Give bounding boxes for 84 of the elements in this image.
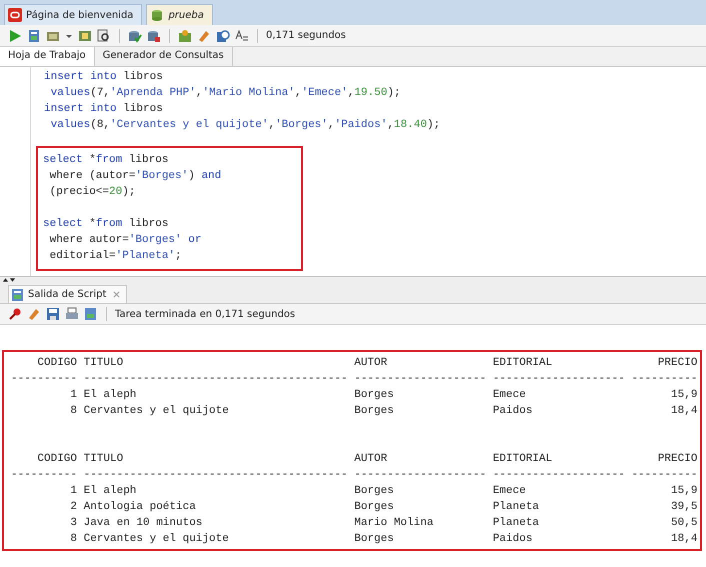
table-cell-text: 3 — [69, 516, 77, 531]
column-header: EDITORIAL — [492, 356, 554, 371]
collapse-icon[interactable] — [2, 277, 16, 283]
pin-icon[interactable] — [8, 307, 22, 321]
table-cell-text: Paidos — [492, 532, 534, 547]
code-line: insert into libros — [44, 102, 164, 117]
code-line: select *from libros — [43, 217, 170, 232]
separator-line: ---------- — [11, 468, 77, 483]
table-cell-text: Emece — [492, 484, 527, 499]
column-header: PRECIO — [656, 356, 698, 371]
table-cell-text: Borges — [354, 532, 395, 547]
column-header: AUTOR — [354, 452, 388, 467]
rollback-icon[interactable] — [147, 28, 161, 42]
output-tab[interactable]: Salida de Script — [8, 285, 128, 303]
table-cell-text: Cervantes y el quijote — [84, 404, 230, 419]
table-cell-text: Cervantes y el quijote — [84, 532, 230, 547]
script-icon — [11, 288, 25, 302]
code-line: insert into libros — [44, 70, 164, 85]
print-icon[interactable] — [65, 307, 79, 321]
table-cell-text: 2 — [69, 500, 77, 515]
editor-tab[interactable]: Hoja de Trabajo — [0, 47, 95, 66]
code-line: editorial='Planeta'; — [48, 249, 183, 264]
separator-line: ---------- — [631, 468, 698, 483]
run-icon[interactable] — [8, 28, 22, 42]
execution-time: 0,171 segundos — [266, 30, 346, 41]
code-line: values(8,'Cervantes y el quijote','Borges','Paidos',18.40); — [50, 118, 440, 133]
code-line: values(7,'Aprenda PHP','Mario Molina','Emece',19.50); — [50, 86, 402, 101]
close-icon[interactable] — [113, 291, 120, 298]
column-header: CODIGO — [36, 452, 77, 467]
commit-icon[interactable] — [128, 28, 142, 42]
separator-line: ---------- — [631, 372, 698, 387]
table-cell-text: 39,5 — [670, 500, 698, 515]
table-cell-text: 1 — [69, 484, 77, 499]
eraser-icon[interactable] — [197, 28, 211, 42]
document-tab[interactable]: Página de bienvenida — [4, 4, 142, 25]
script-icon[interactable] — [84, 307, 98, 321]
separator-line: -------------------- — [492, 468, 625, 483]
table-cell-text: 8 — [69, 532, 77, 547]
column-header: TITULO — [84, 356, 124, 371]
code-line: where (autor='Borges') and — [48, 169, 222, 184]
table-cell-text: Java en 10 minutos — [84, 516, 204, 531]
table-cell-text: 18,4 — [670, 404, 698, 419]
table-cell-text: 15,9 — [670, 484, 698, 499]
save-icon[interactable] — [46, 307, 60, 321]
table-cell-text: 18,4 — [670, 532, 698, 547]
table-cell-text: Borges — [354, 388, 395, 403]
document-tab[interactable]: prueba — [146, 4, 213, 25]
script-icon[interactable] — [27, 28, 41, 42]
code-line: select *from libros — [43, 153, 170, 168]
column-header: AUTOR — [354, 356, 388, 371]
separator-line: ---------- — [11, 372, 77, 387]
column-header: CODIGO — [36, 356, 77, 371]
separator-line: ---------------------------------------- — [84, 372, 348, 387]
column-header: PRECIO — [656, 452, 698, 467]
code-line: where autor='Borges' or — [48, 233, 202, 248]
eraser-icon[interactable] — [27, 307, 41, 321]
separator-line: -------------------- — [354, 372, 486, 387]
table-cell-text: Planeta — [492, 500, 540, 515]
editor-tab[interactable]: Generador de Consultas — [94, 47, 233, 66]
separator-line: -------------------- — [492, 372, 625, 387]
separator-line: -------------------- — [354, 468, 486, 483]
table-cell-text: Antologia poética — [84, 500, 197, 515]
table-cell-text: 1 — [69, 388, 77, 403]
table-cell-text: Mario Molina — [354, 516, 434, 531]
table-cell-text: Planeta — [492, 516, 540, 531]
table-cell-text: Borges — [354, 484, 395, 499]
column-header: TITULO — [84, 452, 124, 467]
table-cell-text: 8 — [69, 404, 77, 419]
table-cell-text: 15,9 — [670, 388, 698, 403]
code-line: (precio<=20); — [48, 185, 136, 200]
font-icon[interactable] — [235, 28, 249, 42]
separator-line: ---------------------------------------- — [84, 468, 348, 483]
plan-icon[interactable] — [78, 28, 92, 42]
table-cell-text: Paidos — [492, 404, 534, 419]
status-message: Tarea terminada en 0,171 segundos — [115, 308, 296, 320]
search-icon[interactable] — [97, 28, 111, 42]
table-cell-text: Borges — [354, 500, 395, 515]
table-cell-text: 50,5 — [670, 516, 698, 531]
table-cell-text: Emece — [492, 388, 527, 403]
table-cell-text: El aleph — [84, 484, 138, 499]
logo-icon — [8, 8, 22, 22]
table-cell-text: El aleph — [84, 388, 138, 403]
table-cell-text: Borges — [354, 404, 395, 419]
column-header: EDITORIAL — [492, 452, 554, 467]
